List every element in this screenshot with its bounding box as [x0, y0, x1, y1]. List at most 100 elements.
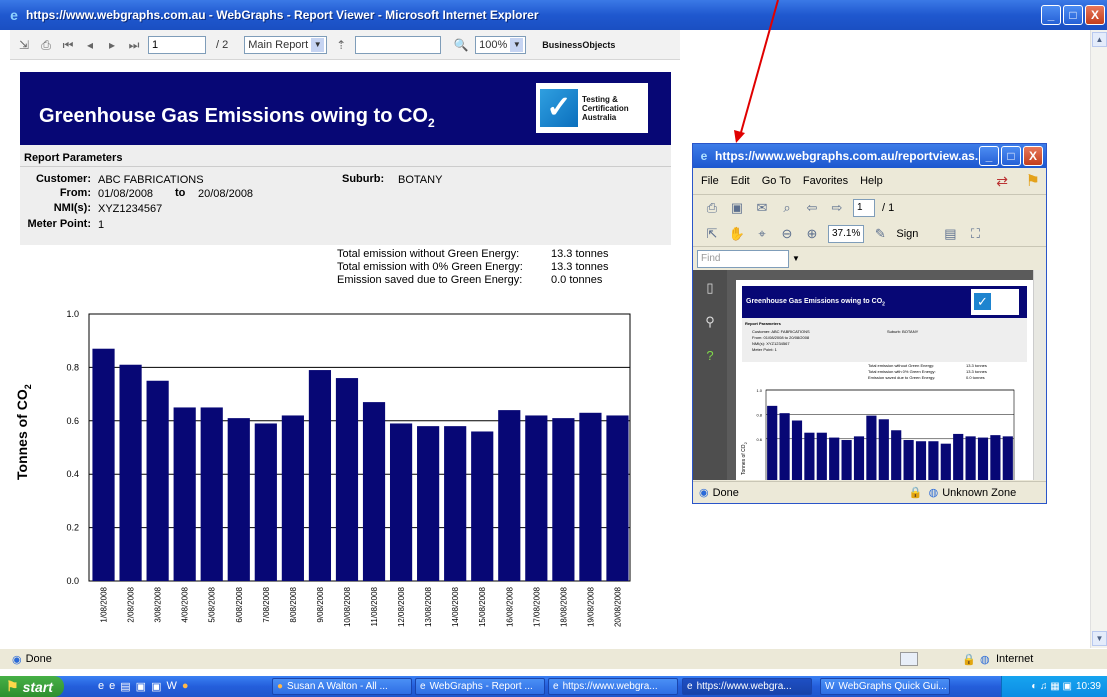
- x-tick-label: 11/08/2008: [370, 586, 379, 626]
- bar: [552, 418, 575, 581]
- suburb-label: Suburb:: [342, 173, 385, 185]
- scroll-up-button[interactable]: ▲: [1092, 32, 1107, 47]
- tray-icons[interactable]: ◐ ♫ ▦ ▣: [1031, 681, 1072, 692]
- page-done-icon: ◉: [699, 487, 709, 499]
- scroll-down-button[interactable]: ▼: [1092, 631, 1107, 646]
- save-icon[interactable]: ▣: [728, 199, 746, 217]
- hand-tool-icon[interactable]: ✋: [728, 225, 746, 243]
- minimize-button[interactable]: _: [1041, 5, 1061, 25]
- search-doc-icon[interactable]: ⌕: [778, 199, 796, 217]
- popup-scrollbar[interactable]: [1033, 270, 1046, 480]
- menu-file[interactable]: File: [701, 175, 719, 187]
- page-number-input[interactable]: [148, 35, 206, 54]
- task-item[interactable]: e https://www.webgra...: [548, 678, 678, 695]
- bar: [254, 423, 277, 581]
- sign-pen-icon[interactable]: ✎: [871, 225, 889, 243]
- prev-page-icon[interactable]: ⇦: [803, 199, 821, 217]
- x-tick-label: 3/08/2008: [154, 586, 163, 622]
- convert-pdf-icon[interactable]: ⇄: [996, 173, 1008, 190]
- task-item[interactable]: ● Susan A Walton - All ...: [272, 678, 412, 695]
- report-title: Greenhouse Gas Emissions owing to CO2: [39, 105, 435, 130]
- report-parameters: Report Parameters Customer: ABC FABRICAT…: [20, 145, 671, 245]
- menu-edit[interactable]: Edit: [731, 175, 750, 187]
- pages-icon[interactable]: ▯: [702, 280, 718, 296]
- find-input[interactable]: Find: [697, 249, 789, 268]
- email-icon[interactable]: ✉: [753, 199, 771, 217]
- zoom-select[interactable]: 100% ▼: [475, 35, 527, 54]
- maximize-button[interactable]: □: [1063, 5, 1083, 25]
- main-scrollbar[interactable]: ▲ ▼: [1090, 30, 1107, 648]
- quick-launch: e e ▤ ▣ ▣ W ●: [98, 680, 189, 693]
- next-page-icon[interactable]: ▸: [104, 37, 120, 53]
- popup-menubar: File Edit Go To Favorites Help ⇄ ⚑: [693, 168, 1046, 194]
- mini-banner: Greenhouse Gas Emissions owing to CO2 ✓: [742, 286, 1027, 318]
- print-icon[interactable]: ⎙: [703, 199, 721, 217]
- bar: [119, 364, 142, 581]
- app-icon[interactable]: ▣: [151, 680, 161, 693]
- chevron-down-icon[interactable]: ▼: [792, 254, 800, 263]
- folder-icon[interactable]: ▤: [120, 680, 130, 693]
- mini-bar: [866, 415, 877, 480]
- browser-icon[interactable]: e: [109, 680, 115, 693]
- prev-page-icon[interactable]: ◂: [82, 37, 98, 53]
- task-item[interactable]: W WebGraphs Quick Gui...: [820, 678, 950, 695]
- x-tick-label: 2/08/2008: [127, 586, 136, 622]
- print-icon[interactable]: ⎙: [38, 37, 54, 53]
- x-tick-label: 12/08/2008: [397, 586, 406, 627]
- x-tick-label: 20/08/2008: [613, 586, 622, 627]
- last-page-icon[interactable]: ⏭: [126, 37, 142, 53]
- window-title: https://www.webgraphs.com.au - WebGraphs…: [26, 8, 539, 22]
- popup-close-button[interactable]: X: [1023, 146, 1043, 166]
- search-input[interactable]: [355, 35, 442, 54]
- report-select[interactable]: Main Report ▼: [244, 35, 328, 54]
- fit-page-icon[interactable]: ▤: [941, 225, 959, 243]
- word-icon[interactable]: W: [166, 680, 176, 693]
- task-item-active[interactable]: e https://www.webgra...: [682, 678, 812, 695]
- group-tree-icon[interactable]: ⇡: [333, 37, 349, 53]
- start-button[interactable]: ⚑ start: [0, 676, 64, 697]
- menu-help[interactable]: Help: [860, 175, 883, 187]
- windows-taskbar: ⚑ start e e ▤ ▣ ▣ W ● ● Susan A Walton - …: [0, 676, 1107, 697]
- menu-favorites[interactable]: Favorites: [803, 175, 848, 187]
- select-tool-icon[interactable]: ⇱: [703, 225, 721, 243]
- bar: [227, 418, 250, 581]
- app-icon[interactable]: ●: [182, 680, 189, 693]
- x-tick-label: 19/08/2008: [586, 586, 595, 627]
- ie-icon: e: [10, 7, 18, 23]
- full-screen-icon[interactable]: ⛶: [966, 225, 984, 243]
- zoom-tool-icon[interactable]: ⌖: [753, 225, 771, 243]
- first-page-icon[interactable]: ⏮: [60, 37, 76, 53]
- mini-bar: [928, 441, 939, 480]
- mini-bar: [804, 432, 815, 480]
- pdf-sidebar: ▯ ⚲ ?: [693, 270, 727, 480]
- close-button[interactable]: X: [1085, 5, 1105, 25]
- x-tick-label: 7/08/2008: [262, 586, 271, 622]
- bar: [335, 378, 359, 581]
- mini-bar: [990, 435, 1001, 480]
- export-icon[interactable]: ⇲: [16, 37, 32, 53]
- popup-page-input[interactable]: 1: [853, 199, 875, 217]
- mini-params: Report Parameters Customer: ABC FABRICAT…: [742, 318, 1027, 362]
- menu-goto[interactable]: Go To: [762, 175, 791, 187]
- popup-title: https://www.webgraphs.com.au/reportview.…: [715, 149, 985, 163]
- ie-icon[interactable]: e: [98, 680, 104, 693]
- zoom-in-icon[interactable]: ⊕: [803, 225, 821, 243]
- mini-bar: [853, 436, 865, 480]
- popup-minimize-button[interactable]: _: [979, 146, 999, 166]
- popup-titlebar: e https://www.webgraphs.com.au/reportvie…: [693, 144, 1046, 168]
- popup-statusbar: ◉ Done 🔒 ◍ Unknown Zone: [693, 481, 1046, 503]
- attachments-icon[interactable]: ⚲: [702, 314, 718, 330]
- app-icon[interactable]: ▣: [136, 680, 146, 693]
- popup-maximize-button[interactable]: □: [1001, 146, 1021, 166]
- x-tick-label: 6/08/2008: [235, 586, 244, 622]
- task-item[interactable]: e WebGraphs - Report ...: [415, 678, 545, 695]
- next-page-icon[interactable]: ⇨: [828, 199, 846, 217]
- bar: [146, 380, 169, 581]
- help-icon[interactable]: ?: [702, 348, 718, 364]
- report-select-value: Main Report: [248, 38, 309, 51]
- zoom-out-icon[interactable]: ⊖: [778, 225, 796, 243]
- sign-button[interactable]: Sign: [896, 228, 918, 240]
- binoculars-icon[interactable]: 🔍: [453, 37, 469, 53]
- mini-bar: [767, 405, 778, 480]
- popup-zoom-select[interactable]: 37.1%: [828, 225, 865, 243]
